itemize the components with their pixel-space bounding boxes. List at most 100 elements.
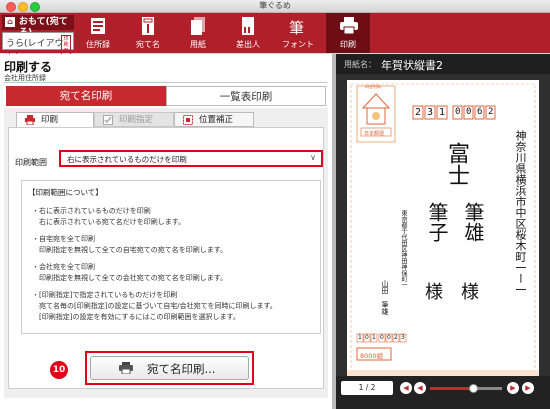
font-icon: 筆 (289, 19, 305, 37)
sender-postcode-digit: 1 (372, 334, 376, 341)
subtab-print-label: 印刷 (41, 115, 59, 125)
paper-name: 年賀状縦書2 (381, 59, 443, 72)
postcard-preview[interactable]: 料金別納 日本郵便 2 3 1 0 0 6 2 神奈川県横浜市中区桜木町一ー一 … (347, 80, 539, 396)
toolbar-address-label: 宛て名 (136, 40, 160, 49)
help-line: 印刷指定を無視して全ての会社宛ての宛て名を印刷します。 (32, 274, 228, 282)
toolbar-address-book-label: 住所録 (86, 40, 110, 49)
sender-postcode-digit: 0 (365, 334, 369, 341)
postcode-digit: 6 (477, 107, 483, 117)
recipient-company: 富士 (444, 142, 469, 186)
toolbar-paper-label: 用紙 (190, 40, 206, 49)
page-slider-fill (430, 387, 474, 390)
step-badge: 10 (50, 361, 68, 379)
previous-page-button[interactable]: ◀ (414, 382, 426, 394)
print-address-button[interactable]: 宛て名印刷... (85, 351, 254, 385)
window-title: 筆ぐるめ (259, 1, 291, 10)
help-line: ・自宅宛を全て印刷 (32, 235, 95, 243)
print-tab-content: 印刷範囲 右に表示されているものだけを印刷 ∨ 【印刷範囲について】 ・右に表示… (8, 127, 324, 389)
toolbar-font-button[interactable]: 筆 フォント (276, 13, 320, 53)
print-range-select[interactable]: 右に表示されているものだけを印刷 ∨ (59, 150, 323, 167)
toolbar: ⌂ おもて(宛てる) うら(レイアウト) 印刷面 住所録 宛て名 用紙 差出人 … (0, 13, 550, 62)
print-range-label: 印刷範囲 (15, 158, 47, 167)
print-range-value: 右に表示されているものだけを印刷 (67, 155, 187, 164)
printer-icon (340, 17, 358, 35)
print-address-button-face[interactable]: 宛て名印刷... (90, 356, 249, 380)
print-range-help: 【印刷範囲について】 ・右に表示されているものだけを印刷 右に表示されている宛て… (21, 180, 321, 334)
page-indicator: 1 / 2 (341, 381, 393, 395)
page-slider-knob[interactable] (469, 384, 479, 393)
print-tab-icon (25, 115, 35, 125)
help-line: 印刷指定を無視して全ての自宅宛ての宛て名を印刷します。 (32, 246, 228, 254)
postcode-digit: 0 (455, 107, 461, 117)
sender-name: 山田 筆雄 (381, 280, 389, 315)
print-settings-panel: 印刷する 会社用住所録 宛て名印刷 一覧表印刷 印刷 印刷指定 位置補正 印刷範… (0, 54, 332, 409)
page-slider[interactable] (430, 387, 502, 390)
subtab-position-correction-label: 位置補正 (199, 115, 234, 125)
sender-icon (242, 17, 254, 35)
recipient-name-2: 筆子 (425, 202, 449, 242)
next-page-button[interactable]: ▶ (507, 382, 519, 394)
recipient-address: 神奈川県横浜市中区桜木町一ー一 (514, 130, 527, 295)
tab-list-print[interactable]: 一覧表印刷 (166, 86, 326, 106)
postcode-digit: 1 (439, 107, 446, 118)
sender-switch[interactable]: ⌂ おもて(宛てる) うら(レイアウト) 印刷面 (2, 15, 74, 62)
postcode-digit: 0 (466, 107, 472, 117)
toolbar-address-button[interactable]: 宛て名 (126, 13, 170, 53)
print-address-button-label: 宛て名印刷... (147, 362, 216, 376)
help-line: ・[印刷指定]で指定されているものだけを印刷 (32, 291, 178, 299)
tab-address-print[interactable]: 宛て名印刷 (6, 86, 166, 106)
paper-icon (191, 17, 205, 35)
honorific-2: 様 (425, 282, 443, 303)
divider (4, 82, 328, 83)
toolbar-sender-button[interactable]: 差出人 (226, 13, 270, 53)
postage-paid-label: 料金別納 (365, 84, 381, 89)
honorific-1: 様 (461, 282, 479, 303)
sender-postcode-digit: 0 (387, 334, 391, 341)
help-line: [印刷指定]の設定を有効にするにはこの印刷範囲を選択します。 (32, 313, 240, 321)
address-card-icon (142, 17, 154, 35)
postcode-digit: 3 (427, 107, 434, 118)
front-side-button[interactable]: ⌂ おもて(宛てる) (2, 15, 74, 38)
home-icon: ⌂ (5, 17, 15, 27)
subtab-print[interactable]: 印刷 (16, 112, 94, 127)
stamp-label: 日本郵便 (364, 131, 385, 137)
sender-postcode-digit: 2 (394, 334, 398, 341)
help-title: 【印刷範囲について】 (28, 188, 103, 197)
checkbox-icon (103, 115, 113, 125)
paper-name-label: 用紙名： (344, 60, 376, 69)
postcode-boxes (412, 105, 496, 120)
address-book-icon (91, 18, 105, 34)
help-line: ・右に表示されているものだけを印刷 (32, 207, 151, 215)
preview-panel: 用紙名： 年賀状縦書2 料金別納 日本郵便 2 3 1 0 0 6 2 神奈川県… (336, 54, 550, 409)
lottery-number: 8000組 (360, 352, 384, 360)
sender-postcode-digit: 1 (358, 334, 362, 341)
first-page-button[interactable]: ◀ (400, 382, 412, 394)
chevron-down-icon: ∨ (310, 153, 316, 162)
toolbar-print-button[interactable]: 印刷 (326, 13, 370, 53)
preview-header: 用紙名： 年賀状縦書2 (336, 54, 550, 74)
sender-address: 東京都千代田区神田神保町一 (400, 210, 407, 288)
toolbar-sender-label: 差出人 (236, 40, 260, 49)
toolbar-address-book-button[interactable]: 住所録 (76, 13, 120, 53)
print-side-badge: 印刷面 (61, 35, 71, 55)
back-side-button[interactable]: うら(レイアウト) 印刷面 (2, 32, 74, 62)
subtab-print-designation-label: 印刷指定 (119, 115, 154, 125)
help-line: 右に表示されている宛て名だけを印刷します。 (32, 218, 186, 226)
help-line: 宛て名毎の[印刷指定]の設定に基づいて自宅/会社宛てを同時に印刷します。 (32, 302, 277, 310)
last-page-button[interactable]: ▶ (522, 382, 534, 394)
help-line: ・会社宛を全て印刷 (32, 263, 95, 271)
preview-navigation: 1 / 2 ◀ ◀ ▶ ▶ (336, 376, 550, 409)
toolbar-font-label: フォント (282, 40, 314, 49)
sender-postcode-digit: 3 (401, 334, 405, 341)
subtab-print-designation: 印刷指定 (94, 112, 174, 127)
printer-icon (119, 362, 133, 374)
toolbar-paper-button[interactable]: 用紙 (176, 13, 220, 53)
subtab-position-correction[interactable]: 位置補正 (174, 112, 254, 127)
toolbar-print-label: 印刷 (340, 40, 356, 49)
postcode-digit: 2 (415, 107, 422, 118)
postcode-digit: 2 (488, 107, 494, 117)
sender-postcode-digit: 0 (380, 334, 384, 341)
recipient-name-1: 筆雄 (461, 202, 485, 242)
title-bar: 筆ぐるめ (0, 0, 550, 13)
position-adjust-icon (183, 115, 193, 125)
